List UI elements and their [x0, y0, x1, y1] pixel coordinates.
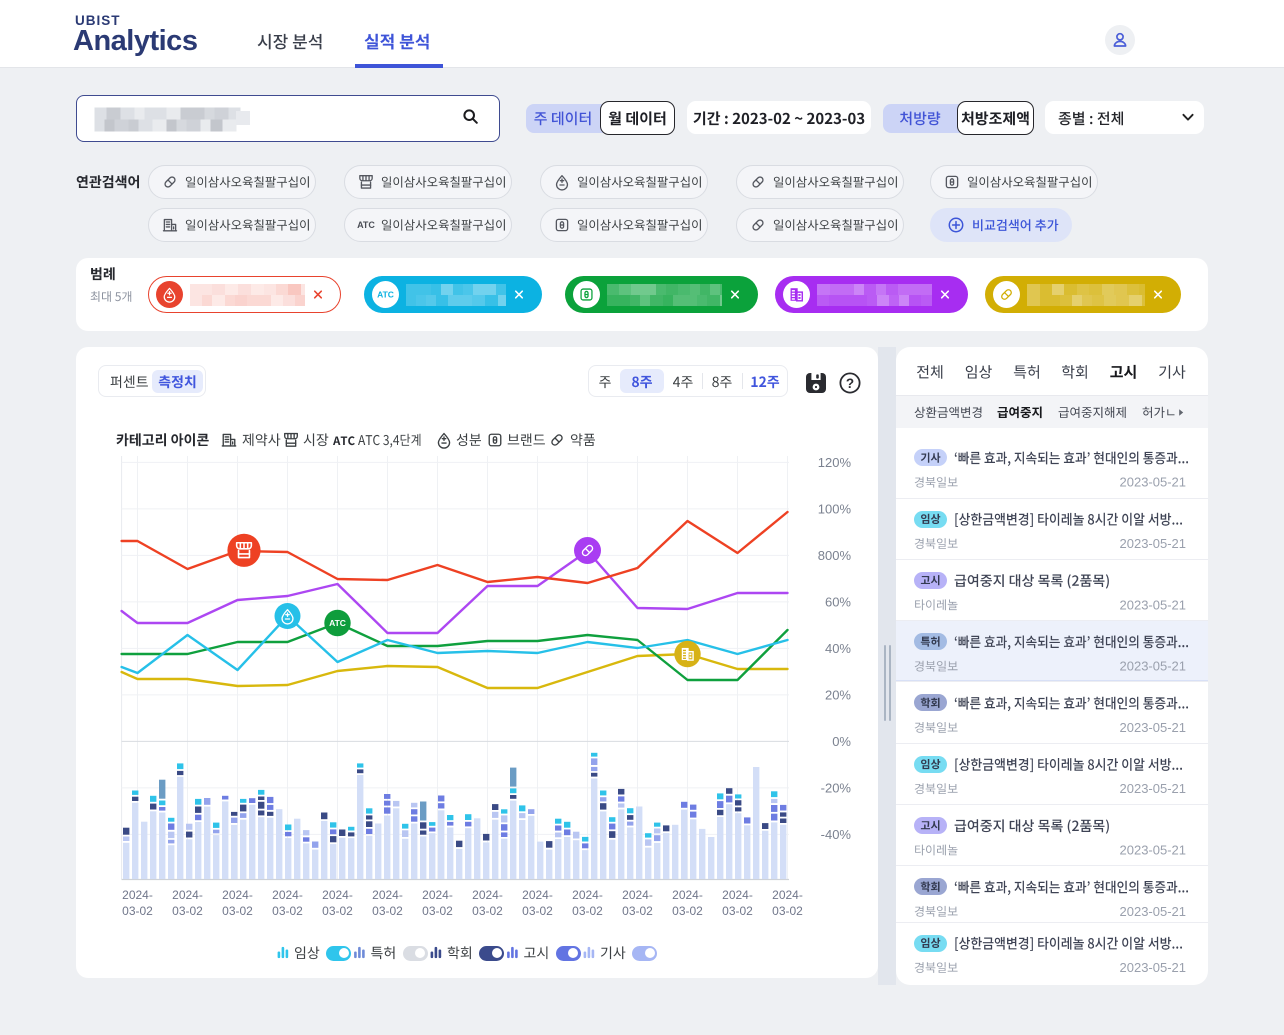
- svg-text:03-02: 03-02: [472, 904, 503, 918]
- svg-text:03-02: 03-02: [172, 904, 203, 918]
- svg-text:2024-: 2024-: [522, 888, 553, 902]
- svg-text:2024-: 2024-: [272, 888, 303, 902]
- svg-text:2024-: 2024-: [422, 888, 453, 902]
- svg-text:2023-05-21: 2023-05-21: [1120, 597, 1187, 612]
- svg-text:03-02: 03-02: [772, 904, 803, 918]
- svg-text:120%: 120%: [818, 455, 852, 470]
- svg-text:03-02: 03-02: [572, 904, 603, 918]
- svg-text:ATC: ATC: [377, 290, 394, 300]
- svg-text:2023-05-21: 2023-05-21: [1120, 781, 1187, 796]
- svg-text:-40%: -40%: [821, 827, 852, 842]
- svg-text:03-02: 03-02: [122, 904, 153, 918]
- svg-text:03-02: 03-02: [672, 904, 703, 918]
- svg-text:60%: 60%: [825, 594, 851, 609]
- svg-text:03-02: 03-02: [322, 904, 353, 918]
- svg-text:2024-: 2024-: [372, 888, 403, 902]
- svg-text:2024-: 2024-: [472, 888, 503, 902]
- svg-text:2023-05-21: 2023-05-21: [1120, 843, 1187, 858]
- svg-text:03-02: 03-02: [372, 904, 403, 918]
- svg-text:03-02: 03-02: [272, 904, 303, 918]
- svg-text:2024-: 2024-: [672, 888, 703, 902]
- svg-text:03-02: 03-02: [422, 904, 453, 918]
- svg-text:03-02: 03-02: [522, 904, 553, 918]
- svg-text:03-02: 03-02: [222, 904, 253, 918]
- svg-text:2024-: 2024-: [622, 888, 653, 902]
- svg-text:ATC: ATC: [329, 618, 346, 628]
- svg-text:03-02: 03-02: [722, 904, 753, 918]
- svg-text:2024-: 2024-: [122, 888, 153, 902]
- svg-text:2023-05-21: 2023-05-21: [1120, 904, 1187, 919]
- svg-text:2023-05-21: 2023-05-21: [1120, 475, 1187, 490]
- svg-text:2024-: 2024-: [322, 888, 353, 902]
- svg-text:-20%: -20%: [821, 780, 852, 795]
- svg-text:100%: 100%: [818, 501, 852, 516]
- svg-text:2024-: 2024-: [722, 888, 753, 902]
- svg-text:2023-05-21: 2023-05-21: [1120, 720, 1187, 735]
- svg-text:2024-: 2024-: [172, 888, 203, 902]
- svg-text:2024-: 2024-: [772, 888, 803, 902]
- svg-text:?: ?: [846, 376, 854, 391]
- svg-text:03-02: 03-02: [622, 904, 653, 918]
- svg-text:2023-05-21: 2023-05-21: [1120, 536, 1187, 551]
- svg-text:20%: 20%: [825, 687, 851, 702]
- svg-text:2023-05-21: 2023-05-21: [1120, 960, 1187, 975]
- svg-text:2023-05-21: 2023-05-21: [1120, 659, 1187, 674]
- svg-text:2024-: 2024-: [572, 888, 603, 902]
- svg-text:ATC: ATC: [357, 220, 375, 230]
- svg-text:800%: 800%: [818, 548, 852, 563]
- svg-text:40%: 40%: [825, 641, 851, 656]
- svg-text:0%: 0%: [832, 734, 851, 749]
- svg-text:2024-: 2024-: [222, 888, 253, 902]
